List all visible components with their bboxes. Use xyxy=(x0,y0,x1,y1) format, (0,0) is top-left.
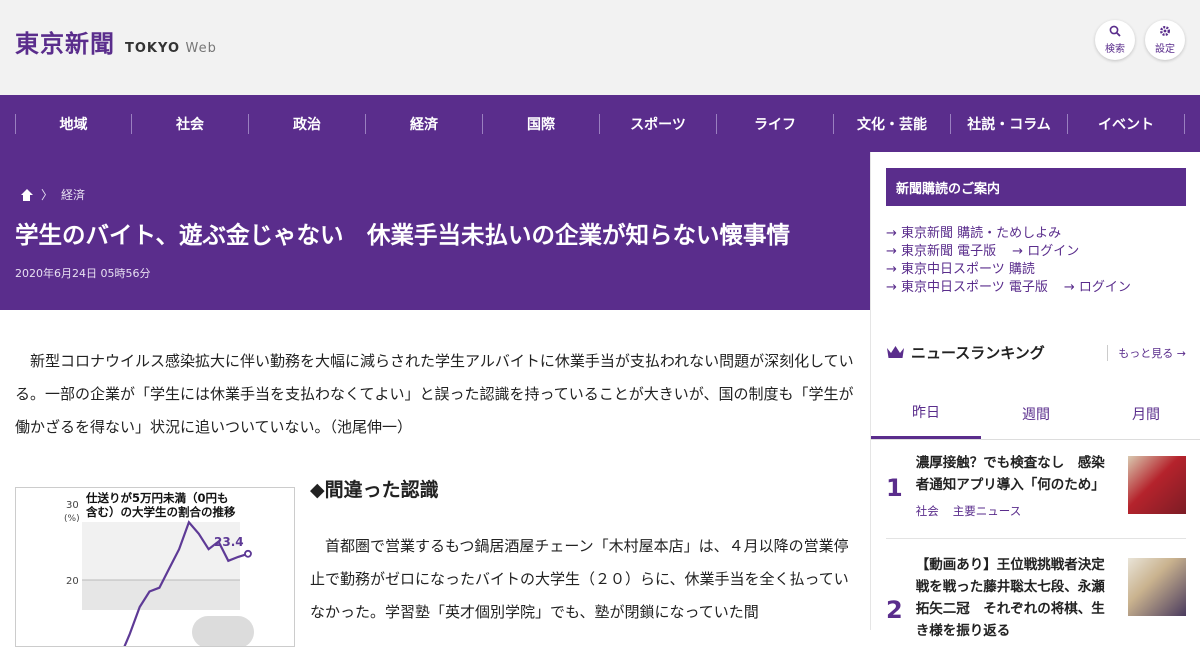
tag[interactable]: 社会 xyxy=(916,500,939,522)
settings-button[interactable]: 設定 xyxy=(1145,20,1185,60)
ranking-item[interactable]: 1 濃厚接触？でも検査なし 感染者通知アプリ導入「何のため」 社会 主要ニュース xyxy=(871,452,1200,522)
chart-title: 仕送りが5万円未満（0円も含む）の大学生の割合の推移 xyxy=(86,491,236,519)
chevron-right-icon: 〉 xyxy=(41,188,54,202)
settings-label: 設定 xyxy=(1155,44,1175,55)
ranking-item-tags: 社会 主要ニュース xyxy=(916,500,1115,522)
breadcrumb-category[interactable]: 経済 xyxy=(61,186,85,203)
ranking-title: ニュースランキング xyxy=(886,342,1045,363)
article-date: 2020年6月24日 05時56分 xyxy=(15,267,151,280)
series-last-point xyxy=(244,549,252,558)
y-unit: (%) xyxy=(64,514,80,524)
nav-item-international[interactable]: 国際 xyxy=(483,113,600,134)
line-chart: 30 (%) 20 仕送りが5万円未満（0円も含む）の大学生の割合の推移 23.… xyxy=(64,491,254,646)
search-icon xyxy=(1109,25,1121,40)
logo-kanji: 東京新聞 xyxy=(15,29,115,58)
tab-monthly[interactable]: 月間 xyxy=(1091,388,1200,439)
chart-title-box: 仕送りが5万円未満（0円も含む）の大学生の割合の推移 xyxy=(86,491,236,519)
subscribe-links: → 東京新聞 購読・ためしよみ → 東京新聞 電子版 → ログイン → 東京中日ス… xyxy=(886,225,1147,297)
nav-item-events[interactable]: イベント xyxy=(1068,113,1185,134)
link-subscribe-chunichi-sports[interactable]: → 東京中日スポーツ 購読 xyxy=(886,262,1035,277)
search-button[interactable]: 検索 xyxy=(1095,20,1135,60)
link-chunichi-sports-digital[interactable]: → 東京中日スポーツ 電子版 xyxy=(886,280,1048,295)
breadcrumb: 〉 経済 xyxy=(20,186,85,203)
logo-tokyo-text: TOKYO xyxy=(125,41,180,56)
sidebar: 新聞購読のご案内 → 東京新聞 購読・ためしよみ → 東京新聞 電子版 → ログイ… xyxy=(870,152,1200,639)
link-tokyo-digital[interactable]: → 東京新聞 電子版 xyxy=(886,244,996,259)
search-label: 検索 xyxy=(1105,44,1125,55)
site-logo[interactable]: 東京新聞 TOKYO Web xyxy=(15,24,217,59)
section-heading: ◆間違った認識 xyxy=(310,479,439,501)
main-nav: 地域 社会 政治 経済 国際 スポーツ ライフ 文化・芸能 社説・コラム イベン… xyxy=(0,95,1200,152)
nav-item-society[interactable]: 社会 xyxy=(132,113,249,134)
gear-icon xyxy=(1159,25,1171,40)
y-tick-top: 30 xyxy=(66,500,79,511)
logo-web-text: Web xyxy=(185,41,217,56)
divider xyxy=(886,538,1186,539)
article-title: 学生のバイト、遊ぶ金じゃない 休業手当未払いの企業が知らない懐事情 xyxy=(15,221,791,249)
ranking-item-title[interactable]: 【動画あり】王位戦挑戦者決定戦を戦った藤井聡太七段、永瀬拓矢二冠 それぞれの将棋… xyxy=(916,550,1115,642)
figure-photo xyxy=(192,616,254,646)
nav-item-culture[interactable]: 文化・芸能 xyxy=(834,113,951,134)
article-lead: 新型コロナウイルス感染拡大に伴い勤務を大幅に減らされた学生アルバイトに休業手当が… xyxy=(15,352,854,436)
crown-icon xyxy=(886,345,905,360)
ranking-title-text: ニュースランキング xyxy=(911,344,1045,362)
ranking-thumbnail[interactable] xyxy=(1128,456,1186,514)
article-lead-block: 新型コロナウイルス感染拡大に伴い勤務を大幅に減らされた学生アルバイトに休業手当が… xyxy=(15,345,855,444)
ranking-item[interactable]: 2 【動画あり】王位戦挑戦者決定戦を戦った藤井聡太七段、永瀬拓矢二冠 それぞれの… xyxy=(871,550,1200,642)
nav-item-region[interactable]: 地域 xyxy=(15,113,132,134)
nav-item-politics[interactable]: 政治 xyxy=(249,113,366,134)
article-body: 首都圏で営業するもつ鍋居酒屋チェーン「木村屋本店」は、４月以降の営業停止で勤務が… xyxy=(310,537,849,621)
nav-item-editorial[interactable]: 社説・コラム xyxy=(951,113,1068,134)
link-subscribe-tokyo[interactable]: → 東京新聞 購読・ためしよみ xyxy=(886,226,1061,241)
subscribe-title: 新聞購読のご案内 xyxy=(886,168,1186,206)
home-icon[interactable] xyxy=(20,188,33,201)
ranking-header: ニュースランキング もっと見る → xyxy=(886,342,1186,363)
y-tick-mid: 20 xyxy=(66,576,79,587)
rank-number: 1 xyxy=(886,474,903,502)
ranking-item-title[interactable]: 濃厚接触？でも検査なし 感染者通知アプリ導入「何のため」 xyxy=(916,452,1115,496)
article-figure[interactable]: 30 (%) 20 仕送りが5万円未満（0円も含む）の大学生の割合の推移 23.… xyxy=(15,487,295,647)
nav-item-economy[interactable]: 経済 xyxy=(366,113,483,134)
tab-weekly[interactable]: 週間 xyxy=(981,388,1091,439)
ranking-thumbnail[interactable] xyxy=(1128,558,1186,616)
article-header: 〉 経済 学生のバイト、遊ぶ金じゃない 休業手当未払いの企業が知らない懐事情 2… xyxy=(0,152,870,310)
link-tokyo-login[interactable]: → ログイン xyxy=(1012,244,1079,259)
ranking-item-text: 濃厚接触？でも検査なし 感染者通知アプリ導入「何のため」 社会 主要ニュース xyxy=(916,452,1115,522)
nav-item-sports[interactable]: スポーツ xyxy=(600,113,717,134)
logo-english: TOKYO Web xyxy=(125,41,217,56)
ranking-tabs: 昨日 週間 月間 xyxy=(871,388,1200,440)
nav-item-life[interactable]: ライフ xyxy=(717,113,834,134)
site-header: 東京新聞 TOKYO Web 検索 設定 xyxy=(0,0,1200,95)
ranking-more-link[interactable]: もっと見る → xyxy=(1107,344,1186,361)
tab-yesterday[interactable]: 昨日 xyxy=(871,388,981,439)
link-chunichi-sports-login[interactable]: → ログイン xyxy=(1064,280,1131,295)
rank-number: 2 xyxy=(886,596,903,624)
tag[interactable]: 主要ニュース xyxy=(953,500,1021,522)
last-value-label: 23.4 xyxy=(214,535,244,549)
